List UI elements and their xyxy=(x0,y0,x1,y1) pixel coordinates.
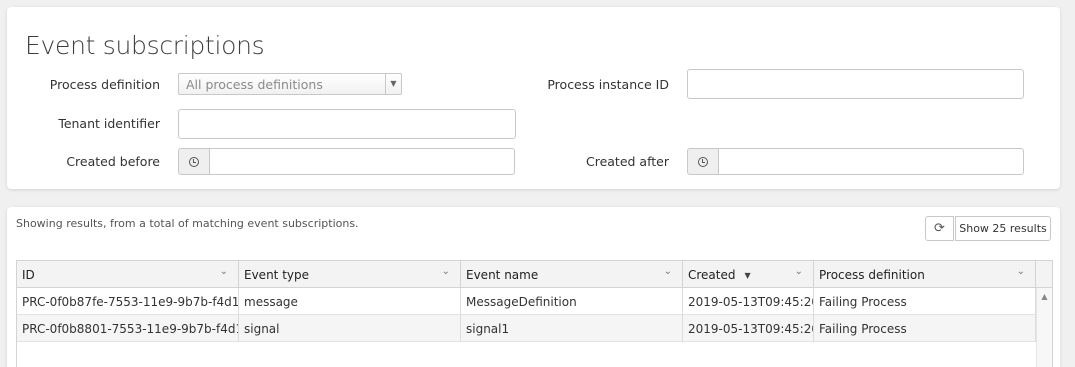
process-definition-label: Process definition xyxy=(49,77,160,92)
chevron-down-icon[interactable]: ⌄ xyxy=(442,266,450,277)
table-row[interactable]: PRC-0f0b8801-7553-11e9-9b7b-f4d10... sig… xyxy=(17,315,1052,342)
scroll-up-icon[interactable]: ▲ xyxy=(1037,292,1052,301)
refresh-icon: ⟳ xyxy=(934,221,945,236)
tenant-identifier-label: Tenant identifier xyxy=(58,116,160,131)
refresh-button[interactable]: ⟳ xyxy=(925,216,954,241)
clock-icon xyxy=(189,156,199,167)
table-row[interactable]: PRC-0f0b87fe-7553-11e9-9b7b-f4d10... mes… xyxy=(17,288,1052,315)
page-title: Event subscriptions xyxy=(25,31,265,60)
cell-process-definition: Failing Process xyxy=(814,315,1036,342)
process-instance-input[interactable] xyxy=(687,69,1024,99)
created-before-label: Created before xyxy=(66,154,160,169)
cell-event-name: signal1 xyxy=(461,315,683,342)
chevron-down-icon[interactable]: ⌄ xyxy=(664,266,672,277)
column-header-label: ID xyxy=(22,268,35,282)
created-before-input[interactable] xyxy=(209,148,515,175)
cell-event-type: signal xyxy=(239,315,461,342)
cell-created: 2019-05-13T09:45:20... xyxy=(683,288,814,315)
cell-event-type: message xyxy=(239,288,461,315)
cell-created: 2019-05-13T09:45:20... xyxy=(683,315,814,342)
show-results-button[interactable]: Show 25 results xyxy=(955,216,1051,241)
column-header-label: Process definition xyxy=(819,268,925,282)
created-after-input[interactable] xyxy=(718,148,1024,175)
created-after-group xyxy=(687,148,1024,175)
vertical-scrollbar[interactable]: ▲ xyxy=(1036,288,1052,367)
results-info: Showing results, from a total of matchin… xyxy=(16,217,359,230)
column-header-event-type[interactable]: Event type ⌄ xyxy=(239,261,461,287)
chevron-down-icon[interactable]: ⌄ xyxy=(220,266,228,277)
results-panel: Showing results, from a total of matchin… xyxy=(7,207,1060,367)
column-header-id[interactable]: ID ⌄ xyxy=(17,261,239,287)
filter-panel: Event subscriptions Process definition A… xyxy=(7,7,1060,189)
created-before-picker-button[interactable] xyxy=(178,148,209,175)
created-after-label: Created after xyxy=(585,154,669,169)
created-before-group xyxy=(178,148,515,175)
column-header-created[interactable]: Created ▼ ⌄ xyxy=(683,261,814,287)
process-definition-select-value: All process definitions xyxy=(186,77,323,92)
column-header-process-definition[interactable]: Process definition ⌄ xyxy=(814,261,1036,287)
cell-id: PRC-0f0b87fe-7553-11e9-9b7b-f4d10... xyxy=(17,288,239,315)
column-header-label: Event name xyxy=(466,268,539,282)
clock-icon xyxy=(698,156,708,167)
column-header-label: Created xyxy=(688,268,736,282)
cell-process-definition: Failing Process xyxy=(814,288,1036,315)
grid-header: ID ⌄ Event type ⌄ Event name ⌄ Created ▼ … xyxy=(17,261,1052,288)
chevron-down-icon[interactable]: ⌄ xyxy=(1017,266,1025,277)
process-definition-select[interactable]: All process definitions ▼ xyxy=(178,73,402,95)
column-header-event-name[interactable]: Event name ⌄ xyxy=(461,261,683,287)
results-grid: ID ⌄ Event type ⌄ Event name ⌄ Created ▼ … xyxy=(16,260,1053,367)
sort-descending-icon: ▼ xyxy=(744,271,751,280)
cell-event-name: MessageDefinition xyxy=(461,288,683,315)
chevron-down-icon[interactable]: ⌄ xyxy=(795,266,803,277)
chevron-down-icon[interactable]: ▼ xyxy=(385,74,401,94)
column-header-label: Event type xyxy=(244,268,309,282)
created-after-picker-button[interactable] xyxy=(687,148,718,175)
process-instance-label: Process instance ID xyxy=(547,77,669,92)
tenant-identifier-input[interactable] xyxy=(178,109,516,139)
cell-id: PRC-0f0b8801-7553-11e9-9b7b-f4d10... xyxy=(17,315,239,342)
